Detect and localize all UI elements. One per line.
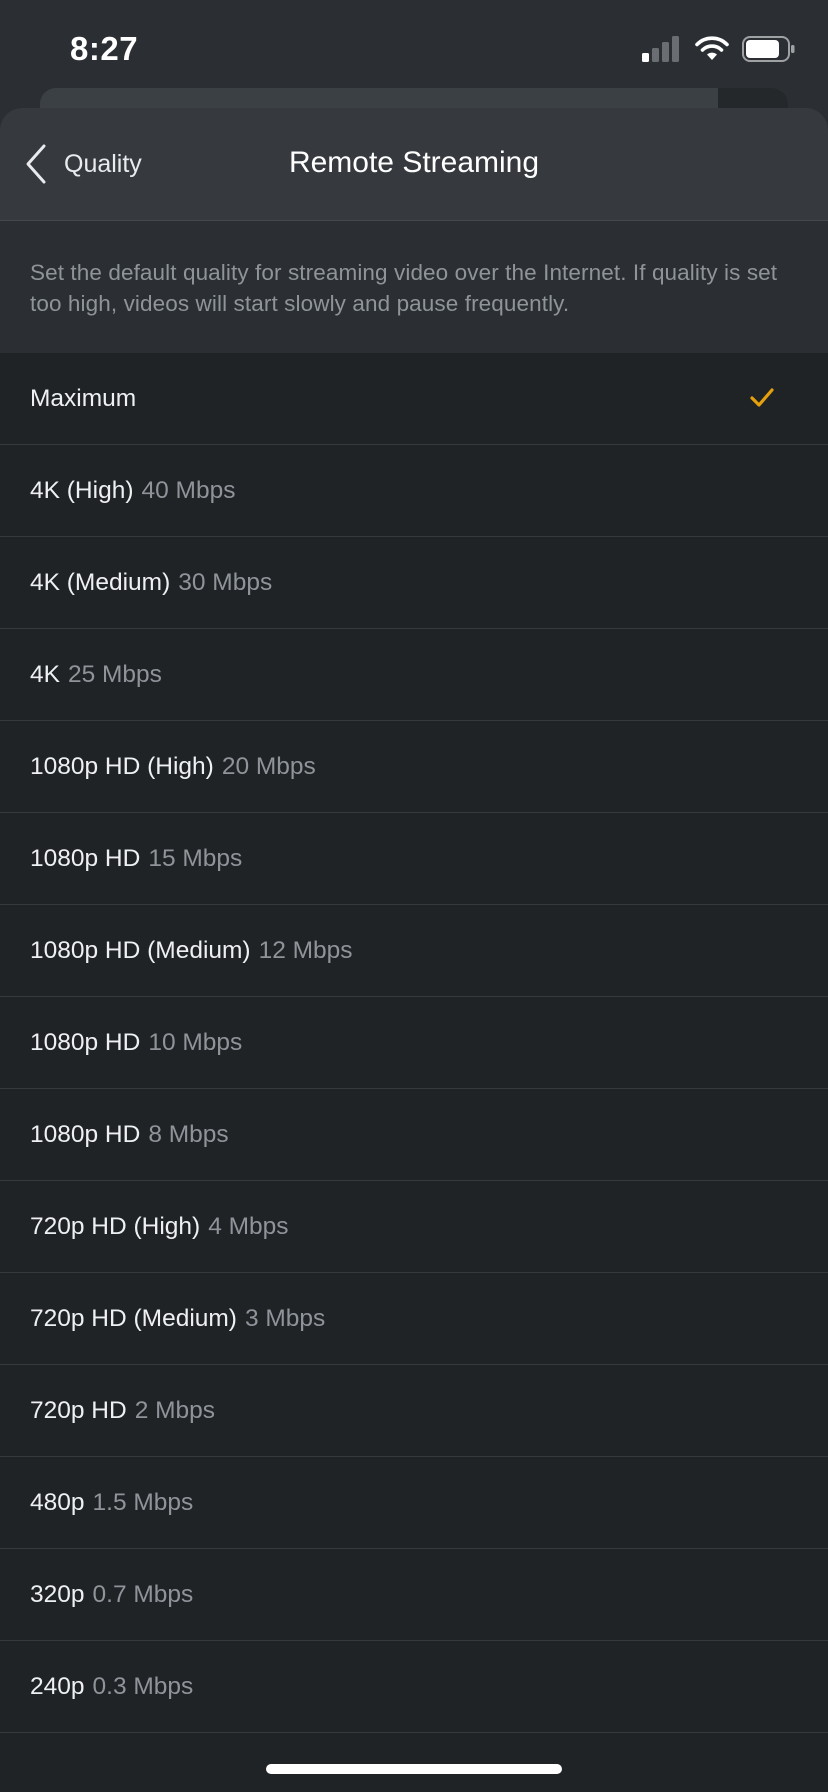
option-bitrate: 0.3 Mbps — [92, 1672, 194, 1700]
option-bitrate: 10 Mbps — [148, 1028, 243, 1056]
quality-option[interactable]: 4K (High) 40 Mbps — [0, 445, 828, 537]
quality-option[interactable]: Maximum — [0, 353, 828, 445]
option-bitrate: 4 Mbps — [208, 1212, 289, 1240]
status-icons — [642, 36, 796, 62]
quality-option[interactable]: 720p HD 2 Mbps — [0, 1365, 828, 1457]
option-bitrate: 8 Mbps — [148, 1120, 229, 1148]
cellular-signal-icon — [642, 36, 679, 62]
option-label: 320p — [30, 1580, 85, 1608]
option-label: 1080p HD (High) — [30, 752, 214, 780]
option-bitrate: 12 Mbps — [258, 936, 353, 964]
status-time: 8:27 — [70, 30, 139, 67]
remote-streaming-sheet: Quality Remote Streaming Set the default… — [0, 108, 828, 1792]
navigation-bar: Quality Remote Streaming — [0, 108, 828, 221]
option-label: 720p HD (Medium) — [30, 1304, 237, 1332]
checkmark-icon — [750, 388, 774, 407]
page-title: Remote Streaming — [0, 146, 828, 180]
option-label: 720p HD — [30, 1396, 127, 1424]
status-bar: 8:27 — [0, 0, 828, 96]
quality-options-list: Maximum 4K (High) 40 Mbps 4K (Medium) 30 Mbp… — [0, 353, 828, 1733]
option-label: 4K — [30, 660, 60, 688]
option-label: 4K (High) — [30, 476, 134, 504]
option-bitrate: 1.5 Mbps — [92, 1488, 194, 1516]
option-label: 1080p HD (Medium) — [30, 936, 251, 964]
option-bitrate: 15 Mbps — [148, 844, 243, 872]
quality-option[interactable]: 1080p HD 8 Mbps — [0, 1089, 828, 1181]
page-title-text: Remote Streaming — [288, 146, 540, 179]
option-label: 1080p HD — [30, 1028, 141, 1056]
option-bitrate: 25 Mbps — [67, 660, 162, 688]
option-label: 4K (Medium) — [30, 568, 171, 596]
wifi-icon — [695, 36, 729, 60]
option-label: 1080p HD — [30, 844, 141, 872]
option-label: 240p — [30, 1672, 85, 1700]
quality-option[interactable]: 1080p HD 10 Mbps — [0, 997, 828, 1089]
quality-option[interactable]: 720p HD (Medium) 3 Mbps — [0, 1273, 828, 1365]
quality-option[interactable]: 1080p HD (High) 20 Mbps — [0, 721, 828, 813]
battery-icon — [742, 36, 795, 62]
option-bitrate: 2 Mbps — [134, 1396, 216, 1424]
option-bitrate: 30 Mbps — [178, 568, 273, 596]
screen: 8:27 Quality Remote Streaming Set the de… — [0, 0, 828, 1792]
option-bitrate: 3 Mbps — [244, 1304, 326, 1332]
quality-option[interactable]: 480p 1.5 Mbps — [0, 1457, 828, 1549]
quality-option[interactable]: 4K (Medium) 30 Mbps — [0, 537, 828, 629]
home-indicator[interactable] — [266, 1764, 562, 1774]
option-bitrate: 40 Mbps — [141, 476, 236, 504]
option-label: 480p — [30, 1488, 85, 1516]
option-label: 720p HD (High) — [30, 1212, 201, 1240]
quality-option[interactable]: 1080p HD 15 Mbps — [0, 813, 828, 905]
option-bitrate: 20 Mbps — [221, 752, 316, 780]
quality-option[interactable]: 240p 0.3 Mbps — [0, 1641, 828, 1733]
quality-option[interactable]: 1080p HD (Medium) 12 Mbps — [0, 905, 828, 997]
quality-option[interactable]: 320p 0.7 Mbps — [0, 1549, 828, 1641]
option-label: 1080p HD — [30, 1120, 141, 1148]
quality-option[interactable]: 720p HD (High) 4 Mbps — [0, 1181, 828, 1273]
description-text: Set the default quality for streaming vi… — [0, 221, 828, 353]
option-bitrate: 0.7 Mbps — [92, 1580, 194, 1608]
option-label: Maximum — [30, 384, 137, 412]
quality-option[interactable]: 4K 25 Mbps — [0, 629, 828, 721]
